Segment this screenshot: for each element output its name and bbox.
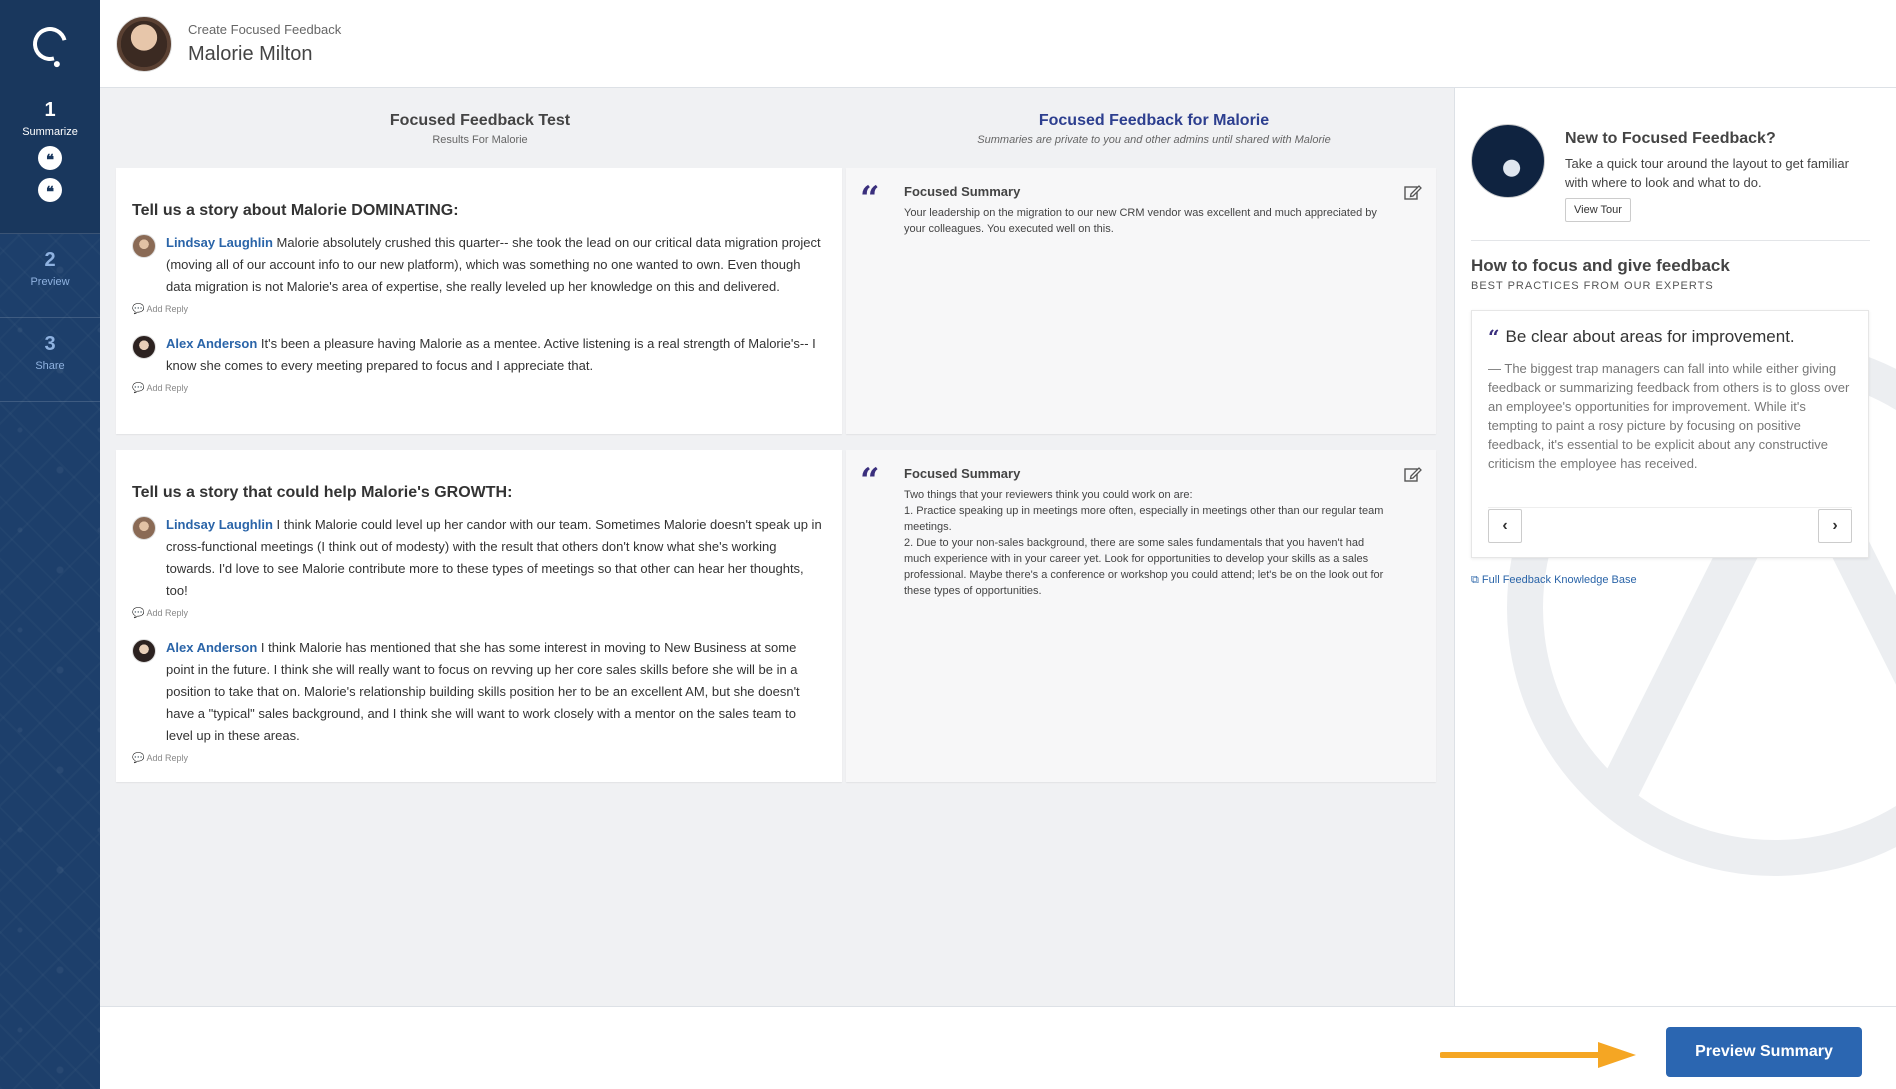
- tip-title: Be clear about areas for improvement.: [1505, 327, 1795, 346]
- tour-promo: New to Focused Feedback? Take a quick to…: [1471, 124, 1855, 222]
- previous-tip-button[interactable]: ‹: [1488, 509, 1522, 543]
- summary-title: Focused Summary: [904, 184, 1021, 199]
- employee-avatar: [116, 15, 172, 72]
- summary-title: Focused Summary: [904, 466, 1021, 481]
- reviewer-name[interactable]: Alex Anderson: [166, 336, 257, 351]
- step-number: 1: [44, 99, 56, 121]
- preview-summary-button[interactable]: Preview Summary: [1666, 1027, 1862, 1077]
- employee-name: Malorie Milton: [188, 42, 313, 65]
- summary-column-subtitle: Summaries are private to you and other a…: [977, 134, 1331, 146]
- comment-icon: 💬: [132, 383, 145, 394]
- add-reply-label: Add Reply: [146, 608, 188, 618]
- summary-card[interactable]: “ Focused Summary Two things that your r…: [846, 450, 1436, 782]
- help-panel: New to Focused Feedback? Take a quick to…: [1454, 88, 1896, 1006]
- divider: [1471, 240, 1870, 241]
- edit-icon[interactable]: [1404, 466, 1422, 482]
- tip-navigation: ‹ ›: [1488, 507, 1852, 543]
- add-reply-link[interactable]: 💬 Add Reply: [132, 608, 826, 619]
- step-summarize[interactable]: 1 Summarize ❝ ❝: [0, 88, 100, 234]
- knowledge-base-link[interactable]: ⧉ Full Feedback Knowledge Base: [1471, 574, 1637, 587]
- summary-text[interactable]: Your leadership on the migration to our …: [904, 205, 1394, 237]
- step-share[interactable]: 3 Share: [0, 318, 100, 402]
- step-number: 2: [44, 249, 56, 271]
- next-tip-button[interactable]: ›: [1818, 509, 1852, 543]
- response: Alex Anderson I think Malorie has mentio…: [132, 637, 826, 747]
- reviewer-name[interactable]: Lindsay Laughlin: [166, 517, 273, 532]
- question-card: Tell us a story about Malorie DOMINATING…: [116, 168, 842, 434]
- responses-title: Focused Feedback Test: [389, 112, 571, 129]
- response-text: I think Malorie has mentioned that she h…: [166, 640, 800, 743]
- reviewer-name[interactable]: Alex Anderson: [166, 640, 257, 655]
- reviewer-avatar: [132, 234, 156, 258]
- tip-text: — The biggest trap managers can fall int…: [1488, 361, 1850, 471]
- logo-icon: [26, 20, 74, 68]
- external-link-icon: ⧉: [1471, 574, 1482, 586]
- howto-subtitle: BEST PRACTICES FROM OUR EXPERTS: [1471, 280, 1714, 292]
- page-header: Create Focused Feedback Malorie Milton: [100, 0, 1896, 88]
- tour-illustration: [1471, 124, 1545, 198]
- step-label: Preview: [30, 276, 70, 288]
- app-logo[interactable]: [0, 0, 100, 88]
- response: Lindsay Laughlin Malorie absolutely crus…: [132, 232, 826, 298]
- step-label: Summarize: [22, 126, 78, 138]
- summary-card[interactable]: “ Focused Summary Your leadership on the…: [846, 168, 1436, 434]
- comment-icon: 💬: [132, 753, 145, 764]
- summary-text[interactable]: Two things that your reviewers think you…: [904, 487, 1394, 599]
- question-card: Tell us a story that could help Malorie'…: [116, 450, 842, 782]
- tip-card: “ Be clear about areas for improvement. —…: [1471, 310, 1869, 558]
- question-title: Tell us a story about Malorie DOMINATING…: [132, 202, 459, 219]
- edit-icon[interactable]: [1404, 184, 1422, 200]
- reviewer-avatar: [132, 335, 156, 359]
- best-practices-header: How to focus and give feedback BEST PRAC…: [1471, 256, 1730, 292]
- add-reply-link[interactable]: 💬 Add Reply: [132, 383, 826, 394]
- quote-icon: “: [860, 461, 880, 501]
- knowledge-base-label: Full Feedback Knowledge Base: [1481, 574, 1637, 586]
- summary-column-header: Focused Feedback for Malorie Summaries a…: [846, 112, 1462, 146]
- question-title: Tell us a story that could help Malorie'…: [132, 484, 513, 501]
- question-1-quote-icon[interactable]: ❝: [38, 146, 62, 170]
- summary-column-title: Focused Feedback for Malorie: [1038, 112, 1270, 129]
- reviewer-name[interactable]: Lindsay Laughlin: [166, 235, 273, 250]
- add-reply-label: Add Reply: [146, 304, 188, 314]
- responses-column-header: Focused Feedback Test Results For Malori…: [116, 112, 844, 146]
- question-2-quote-icon[interactable]: ❝: [38, 178, 62, 202]
- response: Lindsay Laughlin I think Malorie could l…: [132, 514, 826, 602]
- howto-title: How to focus and give feedback: [1471, 256, 1730, 275]
- step-label: Share: [35, 360, 65, 372]
- comment-icon: 💬: [132, 304, 145, 315]
- reviewer-avatar: [132, 639, 156, 663]
- tour-text: Take a quick tour around the layout to g…: [1565, 156, 1849, 190]
- view-tour-button[interactable]: View Tour: [1565, 198, 1631, 222]
- step-number: 3: [44, 333, 56, 355]
- add-reply-link[interactable]: 💬 Add Reply: [132, 304, 826, 315]
- arrow-pointer-icon: [1440, 1042, 1636, 1068]
- response: Alex Anderson It's been a pleasure havin…: [132, 333, 826, 377]
- response-text: It's been a pleasure having Malorie as a…: [166, 336, 816, 373]
- step-preview[interactable]: 2 Preview: [0, 234, 100, 318]
- quote-icon: “: [1488, 325, 1500, 349]
- page-subtitle: Create Focused Feedback: [188, 21, 342, 37]
- quote-icon: “: [860, 179, 880, 219]
- reviewer-avatar: [132, 516, 156, 540]
- comment-icon: 💬: [132, 608, 145, 619]
- add-reply-label: Add Reply: [146, 383, 188, 393]
- add-reply-link[interactable]: 💬 Add Reply: [132, 753, 826, 764]
- step-sidebar: 1 Summarize ❝ ❝ 2 Preview 3 Share: [0, 0, 100, 1089]
- responses-subtitle: Results For Malorie: [432, 134, 528, 146]
- add-reply-label: Add Reply: [146, 753, 188, 763]
- tour-title: New to Focused Feedback?: [1565, 130, 1776, 147]
